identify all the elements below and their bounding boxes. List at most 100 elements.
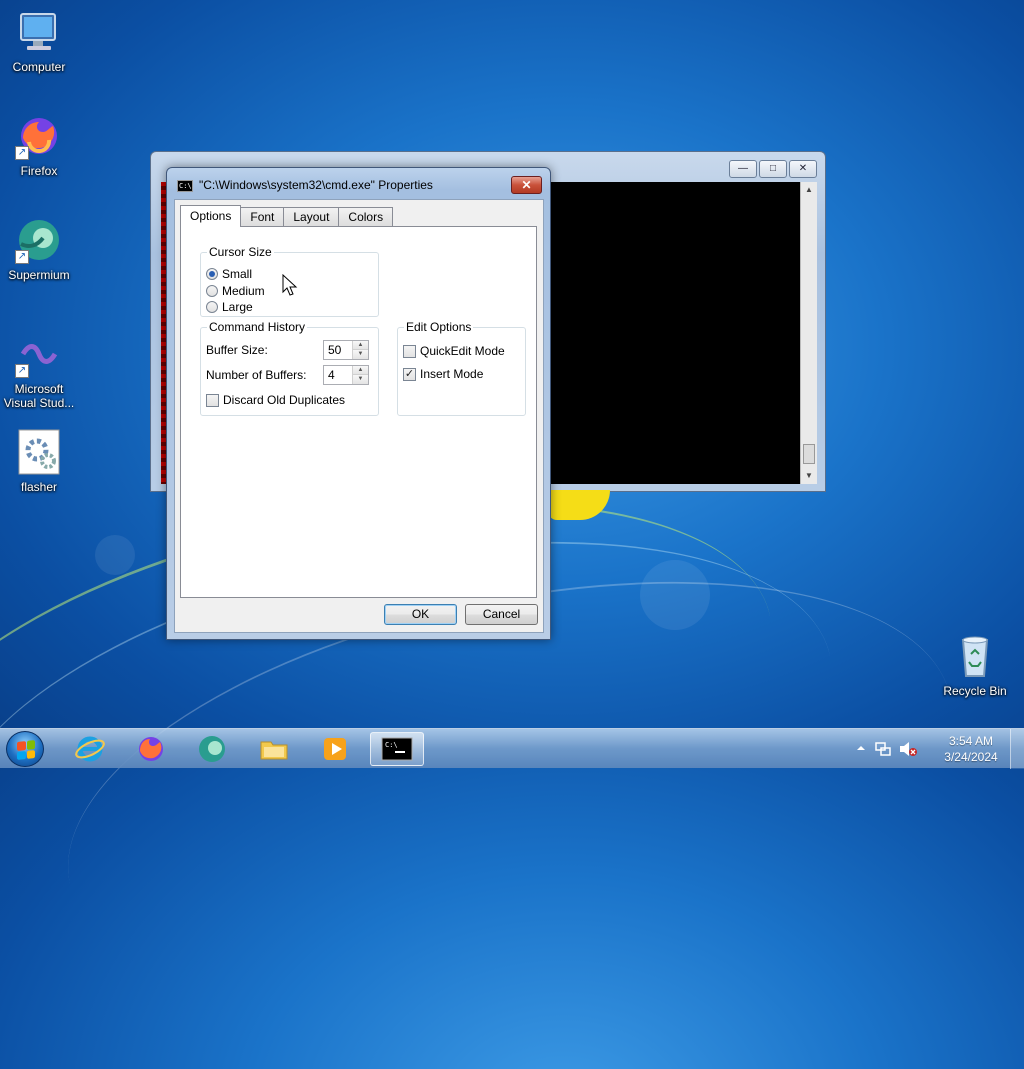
checkbox-label: Insert Mode — [420, 367, 484, 381]
svg-text:C:\: C:\ — [385, 741, 398, 749]
spin-down-icon[interactable]: ▼ — [353, 350, 368, 359]
cmd-icon: C:\ — [381, 737, 413, 761]
scrollbar-thumb[interactable] — [803, 444, 815, 464]
internet-explorer-icon — [75, 736, 105, 762]
group-title: Command History — [207, 320, 308, 334]
desktop-icon-label: Firefox — [20, 164, 58, 178]
shortcut-arrow-icon: ↗ — [15, 250, 29, 264]
firefox-icon — [139, 737, 163, 761]
network-icon[interactable] — [874, 740, 892, 758]
tab-options[interactable]: Options — [180, 205, 242, 227]
supermium-icon: ↗ — [15, 216, 63, 264]
minimize-button[interactable]: — — [729, 160, 757, 178]
quickedit-row[interactable]: QuickEdit Mode — [403, 343, 505, 359]
desktop-icon-computer[interactable]: Computer — [1, 8, 77, 74]
checkbox-label: Discard Old Duplicates — [223, 393, 346, 407]
clock-time: 3:54 AM — [948, 734, 994, 748]
taskbar-command-prompt[interactable]: C:\ — [370, 732, 424, 766]
number-of-buffers-stepper[interactable]: 4 ▲ ▼ — [323, 365, 369, 385]
tab-colors[interactable]: Colors — [338, 207, 394, 227]
buffer-size-label: Buffer Size: — [206, 343, 268, 357]
mouse-pointer-icon — [282, 274, 298, 296]
group-title: Cursor Size — [207, 245, 274, 259]
desktop-icon-supermium[interactable]: ↗ Supermium — [1, 216, 77, 282]
radio-small[interactable]: Small — [206, 266, 252, 282]
desktop-icon-visual-studio[interactable]: ↗ Microsoft Visual Stud... — [1, 330, 77, 410]
spin-up-icon[interactable]: ▲ — [353, 341, 368, 350]
edit-options-group: Edit Options QuickEdit Mode ✓ Insert Mod… — [397, 320, 526, 416]
quickedit-checkbox[interactable] — [403, 344, 416, 358]
options-tab-panel: Cursor Size Small Medium Large Command H… — [180, 226, 537, 598]
file-explorer-icon — [260, 741, 288, 760]
radio-label: Small — [222, 267, 253, 281]
discard-duplicates-checkbox[interactable] — [206, 393, 219, 407]
notification-area: 3:54 AM 3/24/2024 — [854, 729, 1024, 769]
tab-strip: Options Font Layout Colors — [180, 205, 394, 227]
maximize-button[interactable]: □ — [759, 160, 787, 178]
scroll-down-icon[interactable]: ▼ — [801, 468, 817, 484]
scroll-up-icon[interactable]: ▲ — [801, 182, 817, 198]
radio-large[interactable]: Large — [206, 299, 253, 315]
spin-down-icon[interactable]: ▼ — [353, 375, 368, 384]
cmd-properties-dialog[interactable]: C:\ "C:\Windows\system32\cmd.exe" Proper… — [166, 167, 551, 640]
tab-font[interactable]: Font — [240, 207, 285, 227]
wallpaper-bubble — [640, 560, 710, 630]
desktop-icon-label: Supermium — [8, 268, 70, 282]
dialog-client-area: Options Font Layout Colors Cursor Size S… — [174, 199, 544, 633]
vertical-scrollbar[interactable]: ▲ ▼ — [800, 182, 817, 484]
buffer-size-value[interactable]: 50 — [328, 343, 341, 357]
system-clock[interactable]: 3:54 AM 3/24/2024 — [940, 733, 1002, 765]
taskbar-firefox[interactable] — [124, 732, 178, 766]
command-history-group: Command History Buffer Size: 50 ▲ ▼ Numb… — [200, 320, 379, 416]
ok-button[interactable]: OK — [384, 604, 457, 625]
close-button[interactable]: ✕ — [511, 176, 542, 194]
cancel-button[interactable]: Cancel — [465, 604, 538, 625]
firefox-icon: ↗ — [15, 112, 63, 160]
spin-up-icon[interactable]: ▲ — [353, 366, 368, 375]
checkbox-label: QuickEdit Mode — [420, 344, 505, 358]
supermium-icon — [199, 736, 225, 762]
dialog-title: "C:\Windows\system32\cmd.exe" Properties — [199, 178, 433, 192]
desktop-icon-label: flasher — [20, 480, 58, 494]
clock-date: 3/24/2024 — [944, 750, 998, 764]
start-button[interactable] — [6, 731, 44, 767]
show-desktop-button[interactable] — [1010, 729, 1024, 769]
computer-icon — [15, 8, 63, 56]
volume-muted-icon[interactable] — [898, 740, 918, 758]
number-of-buffers-value[interactable]: 4 — [328, 368, 335, 382]
spin-arrows[interactable]: ▲ ▼ — [352, 366, 368, 384]
radio-button[interactable] — [206, 285, 218, 297]
desktop-icon-flasher[interactable]: flasher — [1, 428, 77, 494]
show-hidden-icons-icon[interactable] — [856, 743, 866, 753]
radio-medium[interactable]: Medium — [206, 283, 265, 299]
close-button[interactable]: ✕ — [789, 160, 817, 178]
recycle-bin-icon — [951, 632, 999, 680]
radio-button[interactable] — [206, 301, 218, 313]
discard-duplicates-row[interactable]: Discard Old Duplicates — [206, 392, 345, 408]
spin-arrows[interactable]: ▲ ▼ — [352, 341, 368, 359]
radio-button[interactable] — [206, 268, 218, 280]
shortcut-arrow-icon: ↗ — [15, 146, 29, 160]
desktop-icon-label: Recycle Bin — [943, 684, 1007, 698]
wallpaper-yellow-shape — [548, 490, 610, 520]
taskbar-media-player[interactable] — [308, 732, 362, 766]
taskbar-file-explorer[interactable] — [247, 732, 301, 766]
taskbar-supermium[interactable] — [185, 732, 239, 766]
desktop-icon-label: Microsoft Visual Stud... — [3, 382, 75, 410]
insert-mode-row[interactable]: ✓ Insert Mode — [403, 366, 483, 382]
media-player-icon — [324, 738, 346, 760]
flasher-icon — [15, 428, 63, 476]
number-of-buffers-label: Number of Buffers: — [206, 368, 307, 382]
tab-layout[interactable]: Layout — [283, 207, 340, 227]
desktop-icon-firefox[interactable]: ↗ Firefox — [1, 112, 77, 178]
visual-studio-icon: ↗ — [15, 330, 63, 378]
shortcut-arrow-icon: ↗ — [15, 364, 29, 378]
wallpaper-bubble — [95, 535, 135, 575]
insert-mode-checkbox[interactable]: ✓ — [403, 367, 416, 381]
taskbar: C:\ 3:54 AM 3/24/2024 — [0, 728, 1024, 769]
buffer-size-stepper[interactable]: 50 ▲ ▼ — [323, 340, 369, 360]
cmd-icon: C:\ — [177, 180, 193, 192]
taskbar-internet-explorer[interactable] — [63, 732, 117, 766]
windows-logo-icon — [17, 740, 35, 760]
desktop-icon-recycle-bin[interactable]: Recycle Bin — [937, 632, 1013, 698]
